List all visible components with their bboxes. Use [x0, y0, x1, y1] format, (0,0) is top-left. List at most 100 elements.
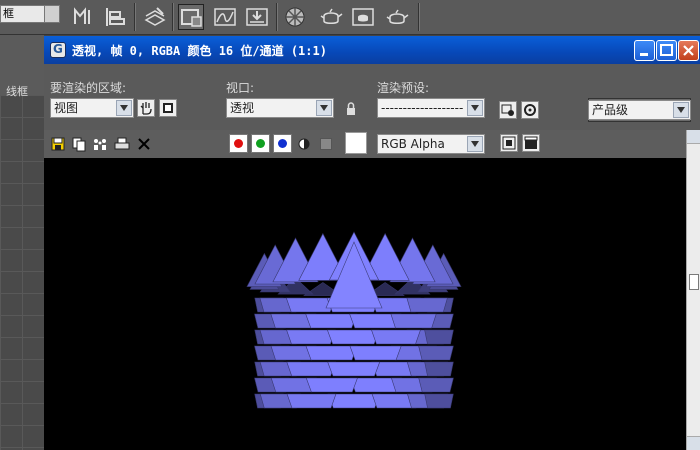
- scrollbar-thumb[interactable]: [689, 274, 699, 290]
- plate-segment: [418, 377, 454, 393]
- render-level-dropdown[interactable]: 产品级: [588, 100, 691, 120]
- plate-segment: [327, 361, 381, 377]
- render-setup-icon: [246, 8, 268, 26]
- alpha-channel-toggle[interactable]: [297, 137, 313, 153]
- rendered-image: [44, 158, 686, 450]
- active-shade-button[interactable]: [384, 4, 410, 30]
- selection-filter-dropdown[interactable]: 框: [0, 5, 60, 23]
- save-image-button[interactable]: [50, 136, 66, 152]
- schematic-icon: [181, 9, 202, 27]
- main-toolbar: 框: [0, 0, 700, 35]
- green-channel-toggle[interactable]: [251, 134, 270, 153]
- render-setup-button[interactable]: [244, 4, 270, 30]
- close-button[interactable]: [678, 40, 699, 61]
- align-button[interactable]: [102, 4, 128, 30]
- print-icon: [114, 137, 130, 150]
- toolbar-separator: [134, 3, 136, 31]
- area-value: 视图: [54, 101, 79, 115]
- render-options-panel: 要渲染的区域: 视图 视口: 透视 渲染预设: ----------------…: [44, 64, 700, 130]
- viewport-label: 视口:: [226, 81, 255, 95]
- area-label: 要渲染的区域:: [50, 81, 127, 95]
- curve-editor-button[interactable]: [178, 4, 204, 30]
- region-icon: [159, 99, 177, 117]
- render-setup-button[interactable]: [499, 101, 517, 119]
- layer-manager-button[interactable]: [142, 4, 168, 30]
- selection-filter-value: 框: [3, 7, 14, 20]
- render-frame-window: 透视, 帧 0, RGBA 颜色 16 位/通道 (1:1) 要渲染的区域: 视…: [44, 36, 700, 450]
- red-channel-toggle[interactable]: [229, 134, 248, 153]
- material-editor-button[interactable]: [212, 4, 238, 30]
- maximize-icon: [660, 44, 673, 56]
- plate-segment: [418, 345, 454, 361]
- quick-render-button[interactable]: [350, 4, 376, 30]
- viewport-dropdown[interactable]: 透视: [226, 98, 334, 118]
- scroll-down-button[interactable]: [687, 436, 700, 450]
- chevron-down-icon[interactable]: [673, 102, 689, 118]
- viewport-label: 线框: [6, 85, 28, 98]
- vertical-scrollbar[interactable]: [686, 130, 700, 450]
- minimize-icon: [640, 53, 648, 56]
- plate-segment: [305, 313, 358, 329]
- gear-icon: [521, 101, 539, 119]
- align-icon: [106, 8, 125, 26]
- color-swatch[interactable]: [345, 132, 367, 154]
- toolbar-separator: [276, 3, 278, 31]
- pan-area-button[interactable]: [137, 99, 155, 117]
- app-icon[interactable]: [50, 42, 66, 58]
- minimize-button[interactable]: [634, 40, 655, 61]
- plate-segment: [424, 329, 454, 345]
- auto-region-button[interactable]: [159, 99, 177, 117]
- material-button[interactable]: [282, 4, 308, 30]
- plate-segment: [305, 377, 358, 393]
- green-channel-icon: [256, 139, 265, 148]
- close-icon: [683, 45, 694, 56]
- title-bar[interactable]: 透视, 帧 0, RGBA 颜色 16 位/通道 (1:1): [44, 36, 700, 64]
- blue-channel-toggle[interactable]: [273, 134, 292, 153]
- toolbar-separator: [172, 3, 174, 31]
- mirror-button[interactable]: [70, 4, 96, 30]
- render-frame-button[interactable]: [318, 4, 344, 30]
- chevron-down-icon[interactable]: [44, 6, 59, 22]
- plate-segment: [286, 393, 337, 409]
- layers-icon: [144, 7, 166, 26]
- area-dropdown[interactable]: 视图: [50, 98, 134, 118]
- overlay-icon: [500, 134, 518, 152]
- lock-viewport-button[interactable]: [342, 100, 360, 118]
- clone-window-button[interactable]: [92, 136, 108, 152]
- render-setup-icon: [499, 101, 517, 119]
- checker-sphere-icon: [285, 7, 305, 27]
- print-image-button[interactable]: [114, 136, 130, 152]
- teapot-icon: [320, 8, 343, 24]
- toggle-ui-overlay-button[interactable]: [500, 134, 518, 152]
- toolbar-separator: [418, 3, 420, 31]
- maximize-button[interactable]: [656, 40, 677, 61]
- viewport-value: 透视: [230, 101, 255, 115]
- monochrome-toggle[interactable]: [320, 138, 332, 150]
- close-icon: [138, 138, 150, 150]
- plate-segment: [424, 361, 454, 377]
- plate-segment: [406, 297, 448, 313]
- hand-icon: [137, 99, 155, 117]
- channel-display-dropdown[interactable]: RGB Alpha: [377, 134, 485, 154]
- plate-segment: [327, 393, 381, 409]
- chevron-down-icon[interactable]: [316, 100, 332, 116]
- mirror-icon: [74, 7, 90, 24]
- alpha-icon: [298, 138, 310, 150]
- scroll-up-button[interactable]: [687, 130, 700, 144]
- rendered-object: [246, 231, 462, 409]
- toggle-ui-button[interactable]: [522, 134, 540, 152]
- teapot-frame-icon: [352, 8, 374, 26]
- clear-image-button[interactable]: [136, 136, 152, 152]
- clone-icon: [94, 139, 106, 150]
- chevron-down-icon[interactable]: [116, 100, 132, 116]
- preset-dropdown[interactable]: -------------------: [377, 98, 485, 118]
- plate-segment: [390, 313, 437, 329]
- environment-button[interactable]: [521, 101, 539, 119]
- plate-segment: [305, 345, 358, 361]
- chevron-down-icon[interactable]: [467, 100, 483, 116]
- plate-segment: [371, 329, 421, 345]
- image-toolbar: RGB Alpha: [44, 130, 700, 158]
- copy-image-button[interactable]: [71, 136, 87, 152]
- channel-display-value: RGB Alpha: [381, 137, 445, 151]
- chevron-down-icon[interactable]: [467, 136, 483, 152]
